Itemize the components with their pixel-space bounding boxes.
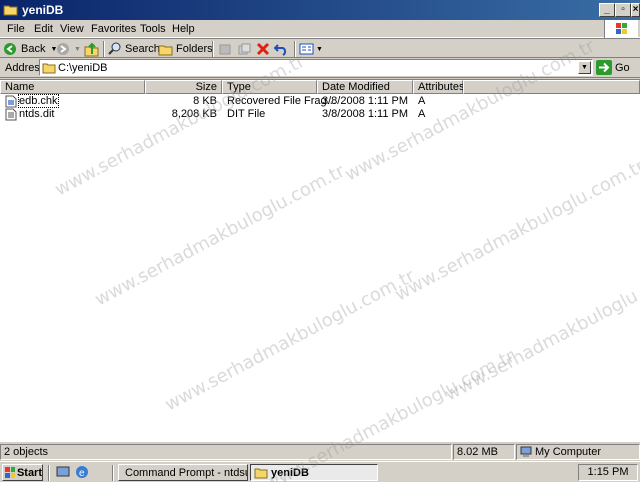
menu-edit[interactable]: Edit	[34, 23, 53, 35]
folder-icon	[254, 468, 268, 478]
file-row[interactable]: edb.chk 8 KB Recovered File Frag... 3/8/…	[0, 94, 640, 108]
status-bar: 2 objects 8.02 MB My Computer	[0, 443, 640, 461]
toolbar: Back ▼ ▼ Search Folders ▼	[0, 38, 640, 58]
search-label: Search	[125, 43, 160, 55]
file-date-modified: 3/8/2008 1:11 PM	[322, 95, 409, 107]
up-folder-icon	[84, 42, 99, 56]
views-icon	[299, 43, 314, 55]
address-bar: Address C:\yeniDB ▼ Go	[0, 58, 640, 78]
svg-text:e: e	[79, 468, 85, 479]
column-header-name[interactable]: Name	[0, 80, 145, 94]
undo-button[interactable]	[274, 41, 288, 57]
task-yenidb[interactable]: yeniDB	[250, 464, 378, 481]
toolbar-separator	[103, 41, 105, 57]
restore-button[interactable]: ▫	[615, 3, 631, 17]
column-header-size[interactable]: Size	[145, 80, 222, 94]
file-attributes: A	[418, 108, 426, 120]
address-input[interactable]: C:\yeniDB ▼	[39, 59, 593, 76]
file-document-icon	[5, 108, 17, 124]
go-button[interactable]: Go	[596, 60, 630, 75]
status-location: My Computer	[516, 444, 640, 460]
search-button[interactable]: Search	[108, 41, 160, 57]
folder-icon	[42, 63, 56, 74]
back-arrow-icon	[4, 43, 16, 55]
file-name: edb.chk	[18, 94, 59, 108]
start-button[interactable]: Start	[2, 464, 43, 481]
column-header-filler	[463, 80, 640, 94]
minimize-button[interactable]: _	[599, 3, 615, 17]
title-bar: yeniDB _ ▫ ×	[0, 0, 640, 20]
taskbar-separator	[112, 465, 114, 481]
file-type: DIT File	[227, 108, 266, 120]
chevron-down-icon: ▼	[316, 45, 323, 53]
file-size: 8 KB	[193, 95, 217, 107]
delete-button[interactable]	[256, 41, 270, 57]
status-total-size: 8.02 MB	[453, 444, 515, 460]
file-attributes: A	[418, 95, 426, 107]
quicklaunch-ie-icon[interactable]: e	[75, 465, 89, 482]
views-button[interactable]: ▼	[299, 41, 323, 57]
column-header-attributes[interactable]: Attributes	[413, 80, 464, 94]
go-arrow-icon	[596, 60, 612, 75]
file-size: 8,208 KB	[171, 108, 217, 120]
forward-button[interactable]: ▼	[56, 41, 81, 57]
folder-icon	[3, 3, 18, 16]
menu-tools[interactable]: Tools	[140, 23, 166, 35]
copy-to-button[interactable]	[237, 41, 251, 57]
task-command-prompt[interactable]: C:\ Command Prompt - ntdsutil	[118, 464, 248, 481]
search-icon	[108, 42, 121, 55]
move-to-button[interactable]	[218, 41, 232, 57]
up-folder-button[interactable]	[84, 41, 99, 57]
menu-file[interactable]: File	[7, 23, 25, 35]
undo-icon	[274, 44, 287, 56]
file-name: ntds.dit	[19, 108, 55, 120]
file-type: Recovered File Frag...	[227, 95, 336, 107]
file-date-modified: 3/8/2008 1:11 PM	[322, 108, 409, 120]
status-object-count: 2 objects	[0, 444, 452, 460]
menu-favorites[interactable]: Favorites	[91, 23, 136, 35]
close-button[interactable]: ×	[631, 3, 640, 17]
my-computer-icon	[520, 446, 532, 457]
move-to-icon	[219, 44, 231, 55]
back-button[interactable]: Back ▼	[3, 41, 57, 57]
toolbar-separator	[212, 41, 214, 57]
file-row[interactable]: ntds.dit 8,208 KB DIT File 3/8/2008 1:11…	[0, 108, 640, 121]
menu-help[interactable]: Help	[172, 23, 195, 35]
address-value: C:\yeniDB	[58, 62, 108, 74]
address-dropdown-button[interactable]: ▼	[578, 61, 591, 74]
column-header-type[interactable]: Type	[222, 80, 317, 94]
column-header-date-modified[interactable]: Date Modified	[317, 80, 413, 94]
windows-logo-icon	[604, 20, 638, 38]
quicklaunch-desktop-icon[interactable]	[56, 465, 70, 482]
taskbar-separator	[48, 465, 50, 481]
folders-label: Folders	[176, 43, 213, 55]
file-list-view[interactable]: Name Size Type Date Modified Attributes …	[0, 79, 640, 442]
taskbar: Start e C:\ Command Prompt - ntdsutil ye…	[0, 461, 640, 482]
system-tray-clock[interactable]: 1:15 PM	[578, 464, 638, 481]
chevron-down-icon: ▼	[74, 45, 81, 53]
menu-view[interactable]: View	[60, 23, 84, 35]
go-label: Go	[615, 61, 630, 74]
toolbar-separator	[294, 41, 296, 57]
folders-button[interactable]: Folders	[158, 41, 213, 57]
delete-x-icon	[256, 42, 270, 56]
folders-icon	[158, 45, 173, 56]
back-label: Back	[21, 43, 46, 55]
forward-arrow-icon	[57, 43, 69, 55]
windows-flag-icon	[5, 466, 15, 478]
menu-bar: File Edit View Favorites Tools Help	[0, 20, 640, 38]
copy-to-icon	[238, 43, 251, 55]
window-title: yeniDB	[22, 3, 64, 17]
